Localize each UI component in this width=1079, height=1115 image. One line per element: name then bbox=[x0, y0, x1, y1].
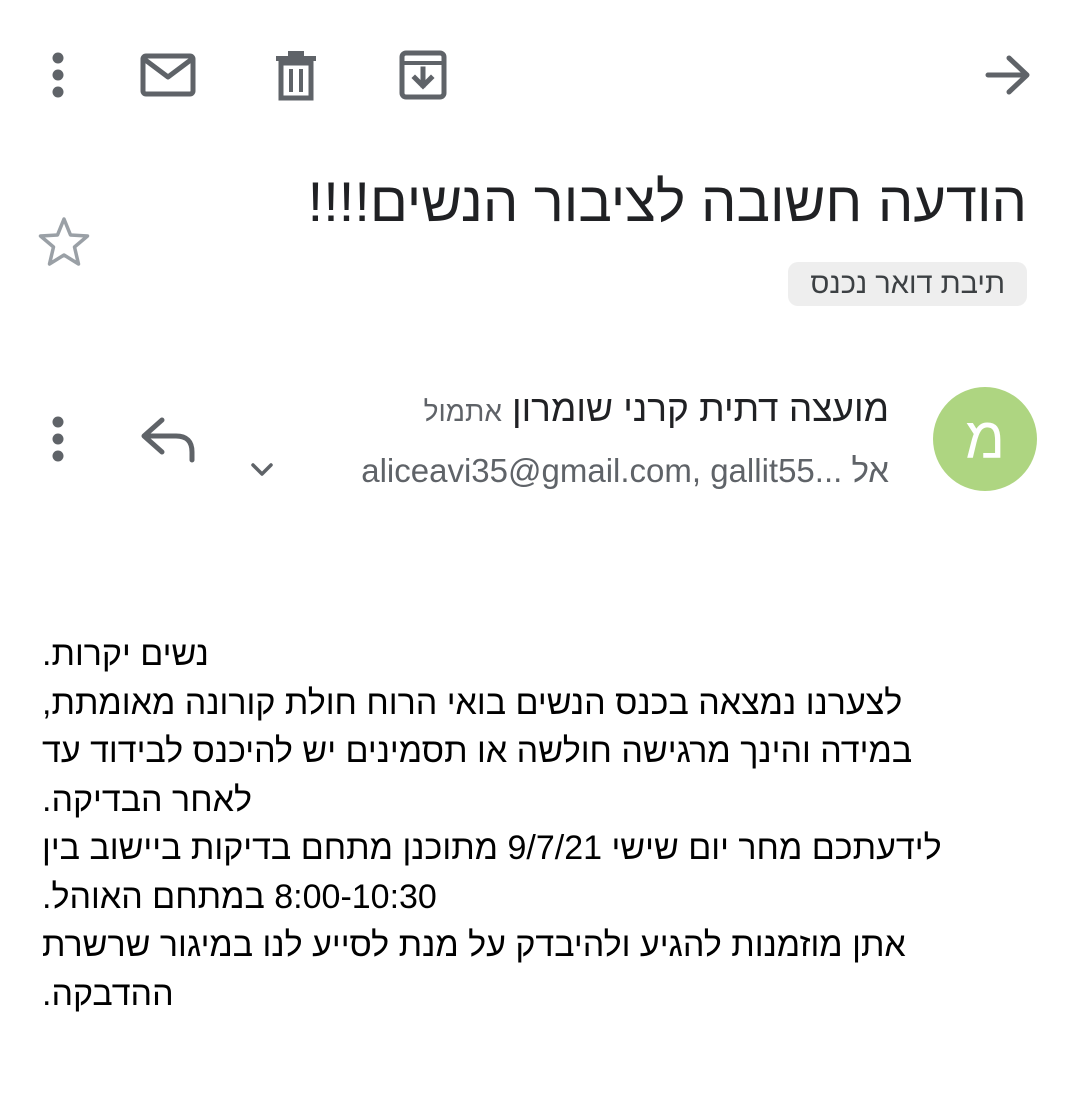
body-line: לידעתכם מחר יום שישי 9/7/21 מתוכנן מתחם … bbox=[42, 829, 942, 867]
more-vert-icon bbox=[52, 52, 64, 98]
more-options-button[interactable] bbox=[38, 48, 78, 102]
sender-header: מועצה דתית קרני שומרון אתמול bbox=[424, 384, 889, 434]
archive-icon bbox=[399, 50, 447, 100]
reply-button[interactable] bbox=[138, 414, 200, 466]
star-button[interactable] bbox=[36, 214, 92, 270]
forward-button[interactable] bbox=[980, 50, 1036, 100]
email-subject: הודעה חשובה לציבור הנשים!!!! bbox=[307, 170, 1027, 233]
archive-button[interactable] bbox=[394, 46, 452, 104]
body-line: לצערנו נמצאה בכנס הנשים בואי הרוח חולת ק… bbox=[42, 683, 903, 722]
chevron-down-icon bbox=[251, 463, 273, 476]
email-body: נשים יקרות. לצערנו נמצאה בכנס הנשים בואי… bbox=[42, 630, 1002, 1018]
arrow-right-icon bbox=[985, 55, 1030, 95]
body-line: במידה והינך מרגישה חולשה או תסמינים יש ל… bbox=[42, 732, 913, 770]
body-line: לאחר הבדיקה. bbox=[42, 780, 252, 819]
star-icon bbox=[38, 217, 90, 266]
delete-button[interactable] bbox=[268, 46, 324, 104]
mark-unread-button[interactable] bbox=[136, 48, 200, 102]
mail-icon bbox=[140, 53, 196, 97]
reply-icon bbox=[141, 417, 195, 463]
body-line: נשים יקרות. bbox=[42, 635, 209, 673]
body-line: ההדבקה. bbox=[42, 974, 174, 1013]
sent-time: אתמול bbox=[423, 396, 502, 427]
recipients-prefix: אל bbox=[851, 452, 889, 489]
message-more-button[interactable] bbox=[40, 414, 76, 466]
body-line: 8:00-10:30 במתחם האוהל. bbox=[42, 877, 437, 916]
expand-details-button[interactable] bbox=[246, 454, 278, 486]
recipients-line[interactable]: אל aliceavi35@gmail.com, gallit55... bbox=[361, 446, 889, 496]
trash-icon bbox=[276, 51, 316, 101]
more-vert-icon bbox=[52, 416, 64, 462]
recipients-list: aliceavi35@gmail.com, gallit55... bbox=[361, 452, 843, 489]
body-line: אתן מוזמנות להגיע ולהיבדק על מנת לסייע ל… bbox=[42, 926, 906, 964]
inbox-label-chip[interactable]: תיבת דואר נכנס bbox=[788, 262, 1027, 306]
sender-name: מועצה דתית קרני שומרון bbox=[511, 388, 889, 429]
avatar[interactable]: מ bbox=[933, 387, 1037, 491]
